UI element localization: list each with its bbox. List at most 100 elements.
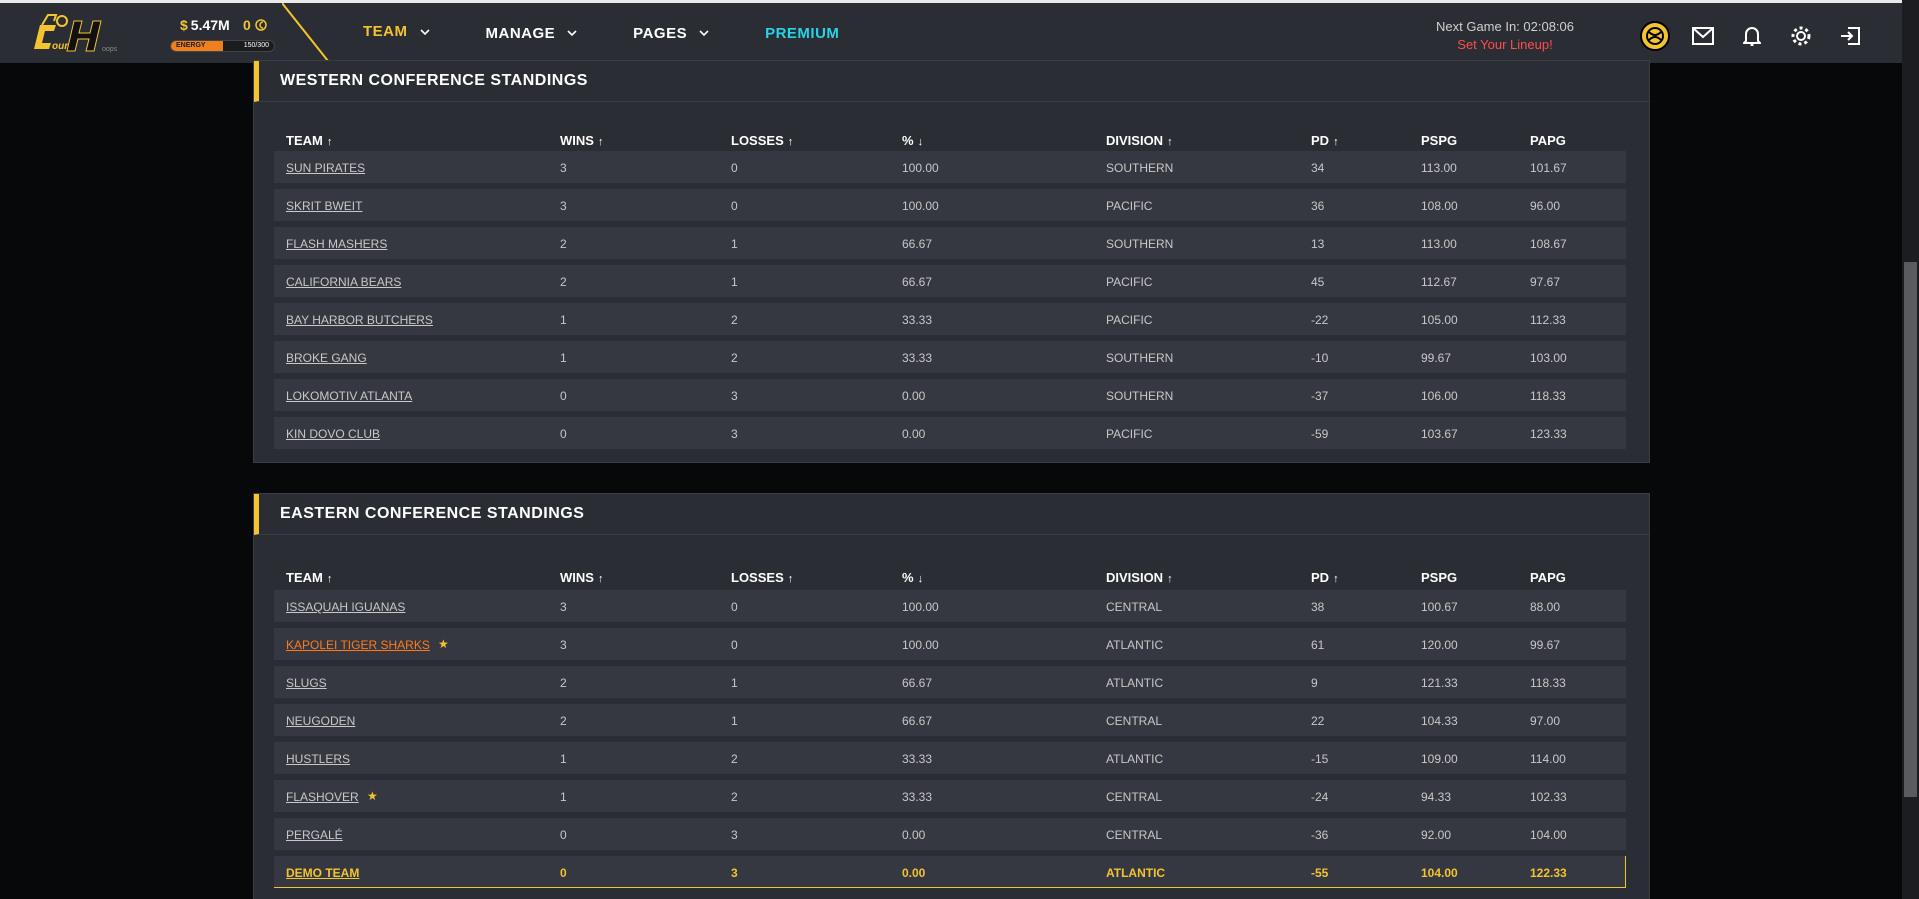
cell-pspg: 108.00: [1421, 199, 1458, 213]
cell-papg: 102.33: [1530, 790, 1567, 804]
standings-row: NEUGODEN 2 1 66.67 CENTRAL 22 104.33 97.00: [274, 704, 1626, 736]
standings-row: FLASH MASHERS 2 1 66.67 SOUTHERN 13 113.00 108.…: [274, 227, 1626, 259]
cell-pct: 66.67: [902, 714, 933, 728]
col-header-team[interactable]: TEAM ↑: [286, 570, 332, 585]
cell-pd: 9: [1311, 676, 1318, 690]
cell-division: ATLANTIC: [1106, 638, 1164, 652]
sort-down-icon: ↓: [917, 136, 924, 148]
team-link[interactable]: LOKOMOTIV ATLANTA: [286, 389, 412, 403]
cell-pspg: 103.67: [1421, 427, 1458, 441]
team-link[interactable]: SUN PIRATES: [286, 161, 365, 175]
col-header-pct[interactable]: % ↓: [902, 570, 923, 585]
cell-papg: 99.67: [1530, 638, 1561, 652]
chevron-down-icon: [699, 30, 709, 37]
cell-pspg: 120.00: [1421, 638, 1458, 652]
set-lineup-link[interactable]: Set Your Lineup!: [1395, 37, 1615, 52]
cell-division: SOUTHERN: [1106, 351, 1174, 365]
col-header-team[interactable]: TEAM ↑: [286, 133, 332, 148]
sort-up-icon: ↑: [1333, 573, 1339, 585]
col-header-pct[interactable]: % ↓: [902, 133, 923, 148]
col-header-wins[interactable]: WINS ↑: [560, 570, 603, 585]
coin-icon: [254, 19, 267, 31]
cell-losses: 1: [731, 237, 738, 251]
cell-pct: 33.33: [902, 313, 933, 327]
team-link[interactable]: DEMO TEAM: [286, 866, 359, 880]
team-link[interactable]: HUSTLERS: [286, 752, 350, 766]
cell-wins: 1: [560, 351, 567, 365]
col-header-losses[interactable]: LOSSES ↑: [731, 570, 793, 585]
cell-losses: 1: [731, 714, 738, 728]
cell-papg: 118.33: [1530, 676, 1566, 690]
team-avatar-icon[interactable]: [1640, 21, 1670, 51]
team-link[interactable]: SLUGS: [286, 676, 327, 690]
cell-losses: 2: [731, 351, 738, 365]
col-header-pspg[interactable]: PSPG: [1421, 133, 1457, 148]
mail-icon[interactable]: [1690, 23, 1716, 49]
team-link[interactable]: BAY HARBOR BUTCHERS: [286, 313, 433, 327]
standings-row: BAY HARBOR BUTCHERS 1 2 33.33 PACIFIC -22 105.…: [274, 303, 1626, 335]
team-link[interactable]: NEUGODEN: [286, 714, 355, 728]
nav-premium[interactable]: PREMIUM: [737, 3, 867, 63]
cell-division: CENTRAL: [1106, 790, 1163, 804]
team-link[interactable]: PERGALÉ: [286, 828, 343, 842]
col-header-wins[interactable]: WINS ↑: [560, 133, 603, 148]
cell-pspg: 109.00: [1421, 752, 1458, 766]
col-header-label: LOSSES: [731, 133, 784, 148]
cell-papg: 103.00: [1530, 351, 1567, 365]
col-header-losses[interactable]: LOSSES ↑: [731, 133, 793, 148]
cell-division: CENTRAL: [1106, 714, 1163, 728]
col-header-papg[interactable]: PAPG: [1530, 133, 1566, 148]
standings-row: BROKE GANG 1 2 33.33 SOUTHERN -10 99.67 103.00: [274, 341, 1626, 373]
nav-pages[interactable]: PAGES: [605, 3, 737, 63]
cell-wins: 3: [560, 199, 567, 213]
sort-down-icon: ↓: [917, 573, 924, 585]
western-panel-header: WESTERN CONFERENCE STANDINGS: [254, 61, 1649, 102]
bell-icon[interactable]: [1739, 23, 1765, 49]
standings-row: LOKOMOTIV ATLANTA 0 3 0.00 SOUTHERN -37 106.00…: [274, 379, 1626, 411]
cell-pct: 100.00: [902, 600, 939, 614]
scrollbar-thumb[interactable]: [1904, 262, 1917, 797]
standings-row: PERGALÉ 0 3 0.00 CENTRAL -36 92.00 104.00: [274, 818, 1626, 850]
col-header-division[interactable]: DIVISION ↑: [1106, 133, 1173, 148]
nav-manage[interactable]: MANAGE: [458, 3, 606, 63]
cell-pspg: 113.00: [1421, 161, 1457, 175]
court-hoops-logo[interactable]: ourt oops: [30, 11, 140, 57]
cell-papg: 118.33: [1530, 389, 1566, 403]
cell-papg: 88.00: [1530, 600, 1561, 614]
coin-balance: 0: [243, 17, 267, 33]
cell-division: ATLANTIC: [1106, 752, 1164, 766]
team-link[interactable]: BROKE GANG: [286, 351, 367, 365]
cell-wins: 1: [560, 313, 567, 327]
col-header-label: DIVISION: [1106, 570, 1164, 585]
team-link[interactable]: CALIFORNIA BEARS: [286, 275, 401, 289]
cell-pd: -36: [1311, 828, 1329, 842]
team-link[interactable]: FLASH MASHERS: [286, 237, 387, 251]
top-bar: ourt oops $5.47M 0 ENERGY 150/300 TEAM M…: [0, 0, 1902, 66]
cell-pd: -37: [1311, 389, 1329, 403]
team-link[interactable]: FLASHOVER: [286, 790, 359, 804]
team-link[interactable]: KAPOLEI TIGER SHARKS: [286, 638, 430, 652]
col-header-pd[interactable]: PD ↑: [1311, 133, 1339, 148]
team-link[interactable]: ISSAQUAH IGUANAS: [286, 600, 405, 614]
cell-pd: -15: [1311, 752, 1329, 766]
nav-team[interactable]: TEAM: [335, 3, 458, 63]
col-header-pd[interactable]: PD ↑: [1311, 570, 1339, 585]
col-header-pspg[interactable]: PSPG: [1421, 570, 1457, 585]
cell-pct: 33.33: [902, 351, 933, 365]
cell-losses: 3: [731, 427, 738, 441]
logout-icon[interactable]: [1837, 23, 1863, 49]
cell-division: SOUTHERN: [1106, 389, 1174, 403]
col-header-papg[interactable]: PAPG: [1530, 570, 1566, 585]
team-link[interactable]: KIN DOVO CLUB: [286, 427, 380, 441]
col-header-division[interactable]: DIVISION ↑: [1106, 570, 1173, 585]
next-game-timer: Next Game In: 02:08:06: [1435, 19, 1575, 34]
team-link[interactable]: SKRIT BWEIT: [286, 199, 362, 213]
cell-wins: 0: [560, 866, 567, 880]
cell-division: PACIFIC: [1106, 199, 1153, 213]
nav-team-label: TEAM: [363, 23, 408, 40]
sort-up-icon: ↑: [1167, 573, 1173, 585]
col-header-label: PD: [1311, 133, 1330, 148]
cell-pd: -59: [1311, 427, 1329, 441]
col-header-label: PD: [1311, 570, 1330, 585]
gear-icon[interactable]: [1788, 23, 1814, 49]
